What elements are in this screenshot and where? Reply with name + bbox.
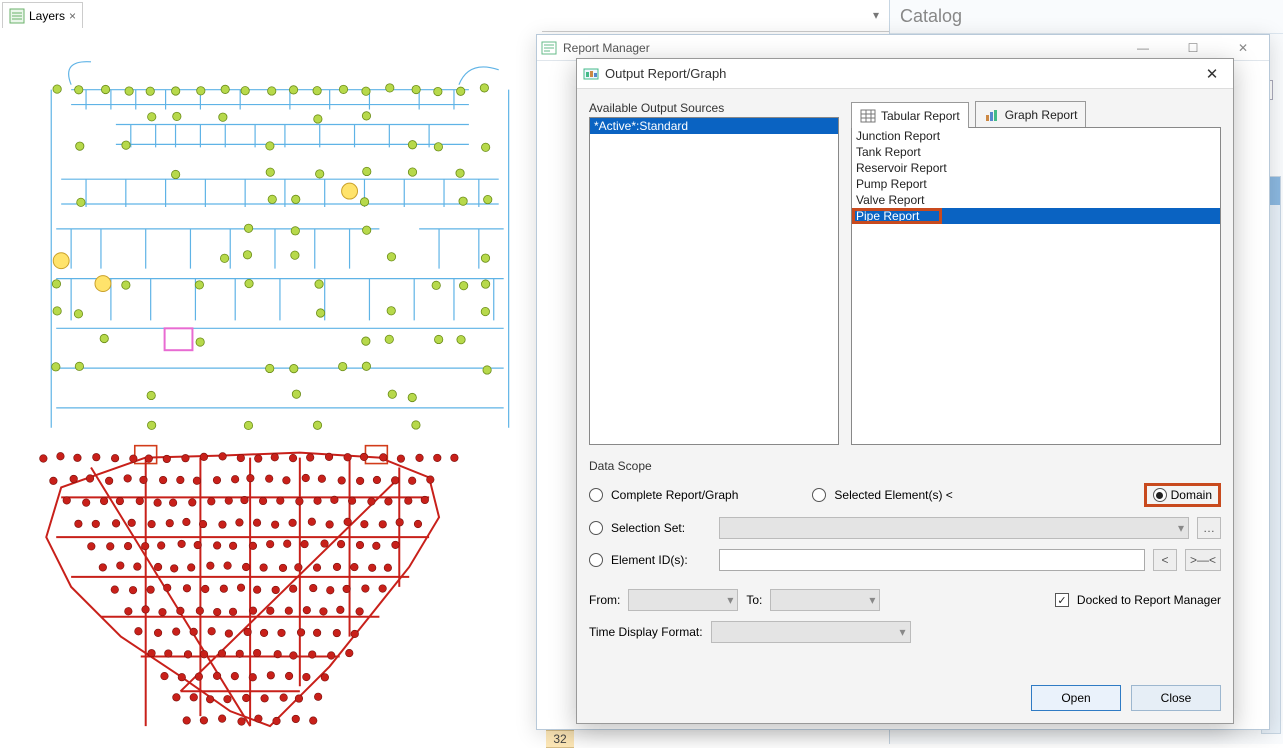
close-button[interactable]: Close — [1131, 685, 1221, 711]
docked-label: Docked to Report Manager — [1077, 593, 1221, 607]
open-button[interactable]: Open — [1031, 685, 1121, 711]
tab-tabular-report[interactable]: Tabular Report — [851, 102, 969, 128]
output-icon — [583, 66, 599, 82]
row-number[interactable]: 32 — [546, 731, 574, 748]
close-icon[interactable]: × — [69, 9, 76, 23]
reports-list[interactable]: Junction ReportTank ReportReservoir Repo… — [851, 127, 1221, 445]
to-label: To: — [746, 593, 762, 607]
radio-domain[interactable] — [1153, 488, 1167, 502]
report-item[interactable]: Valve Report — [852, 192, 1220, 208]
to-combo[interactable]: ▾ — [770, 589, 880, 611]
layers-icon — [9, 8, 25, 24]
catalog-title: Catalog — [890, 0, 1283, 34]
radio-selected-elements[interactable] — [812, 488, 826, 502]
table-icon — [860, 108, 876, 124]
radio-selection-set[interactable] — [589, 521, 603, 535]
element-goto-button[interactable]: >—< — [1185, 549, 1221, 571]
element-ids-input[interactable] — [719, 549, 1145, 571]
selection-set-browse-button[interactable]: … — [1197, 517, 1221, 539]
report-item[interactable]: Pump Report — [852, 176, 1220, 192]
sources-label: Available Output Sources — [589, 101, 839, 117]
layers-tab[interactable]: Layers × — [2, 2, 83, 28]
report-item[interactable]: Junction Report — [852, 128, 1220, 144]
close-icon[interactable]: ✕ — [1197, 61, 1227, 87]
report-item[interactable]: Pipe Report — [852, 208, 1220, 224]
report-manager-title: Report Manager — [563, 41, 650, 55]
output-dialog-titlebar[interactable]: Output Report/Graph ✕ — [577, 59, 1233, 89]
radio-element-ids[interactable] — [589, 553, 603, 567]
close-button[interactable]: ✕ — [1221, 37, 1265, 59]
sources-list[interactable]: *Active*:Standard — [589, 117, 839, 445]
maximize-button[interactable]: ☐ — [1171, 37, 1215, 59]
radio-domain-highlight: Domain — [1144, 483, 1221, 507]
time-format-combo[interactable]: ▾ — [711, 621, 911, 643]
data-scope-label: Data Scope — [589, 459, 1221, 473]
from-label: From: — [589, 593, 620, 607]
time-format-label: Time Display Format: — [589, 625, 703, 639]
radio-complete-report[interactable] — [589, 488, 603, 502]
element-prev-button[interactable]: < — [1153, 549, 1177, 571]
docked-checkbox[interactable] — [1055, 593, 1069, 607]
output-dialog-title: Output Report/Graph — [605, 66, 726, 81]
network-map[interactable] — [0, 30, 542, 740]
selection-set-combo[interactable]: ▾ — [719, 517, 1189, 539]
source-item[interactable]: *Active*:Standard — [590, 118, 838, 134]
from-combo[interactable]: ▾ — [628, 589, 738, 611]
report-item[interactable]: Tank Report — [852, 144, 1220, 160]
chart-icon — [984, 107, 1000, 123]
minimize-button[interactable]: — — [1121, 37, 1165, 59]
layers-tab-label: Layers — [29, 9, 65, 23]
chevron-down-icon[interactable]: ▾ — [873, 8, 879, 22]
tab-graph-report[interactable]: Graph Report — [975, 101, 1087, 127]
report-icon — [541, 40, 557, 56]
output-report-dialog: Output Report/Graph ✕ Available Output S… — [576, 58, 1234, 724]
report-item[interactable]: Reservoir Report — [852, 160, 1220, 176]
